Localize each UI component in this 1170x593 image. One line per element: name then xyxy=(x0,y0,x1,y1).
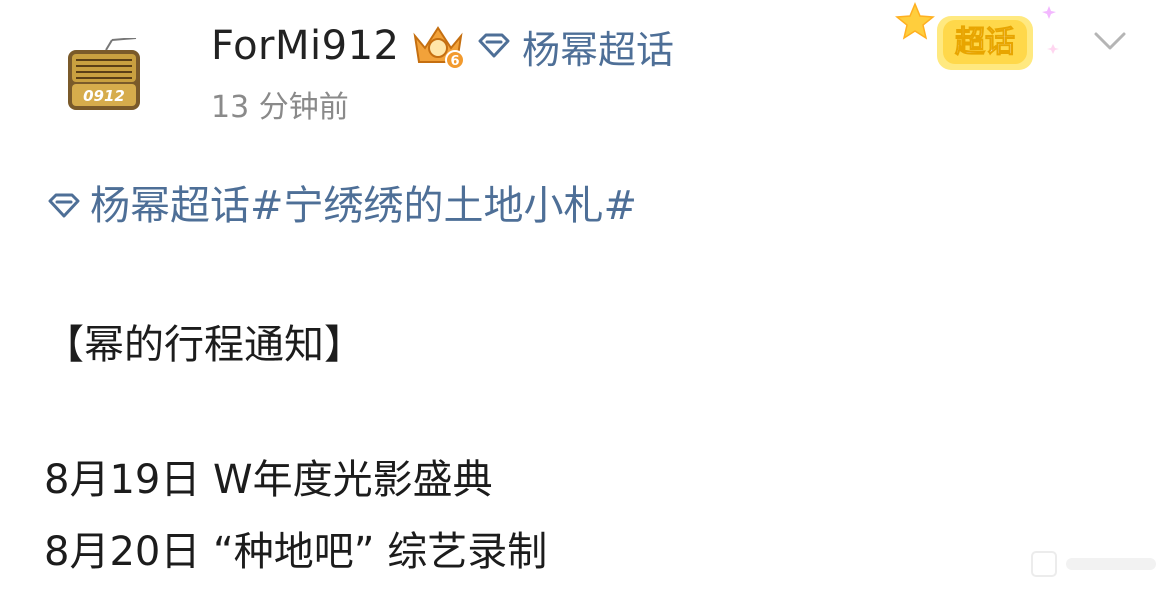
schedule-item: 8月20日 “种地吧” 综艺录制 xyxy=(44,529,548,575)
level-badge: 6 xyxy=(409,22,467,70)
super-topic-link[interactable]: 杨幂超话 xyxy=(476,22,674,72)
chevron-down-icon[interactable] xyxy=(1090,26,1130,56)
post-timestamp: 13 分钟前 xyxy=(211,90,349,125)
topic-tag-line[interactable]: 杨幂超话 #宁绣绣的土地小札# xyxy=(44,178,637,234)
user-avatar[interactable]: 0912 xyxy=(66,37,142,114)
crown-level-icon: 6 xyxy=(413,26,465,70)
tag-topic-name[interactable]: 杨幂超话 xyxy=(90,178,250,234)
hashtag[interactable]: #宁绣绣的土地小札# xyxy=(250,178,637,234)
chaohua-label: 超话 xyxy=(955,25,1015,60)
radio-avatar-icon: 0912 xyxy=(68,37,140,110)
level-number: 6 xyxy=(450,54,459,69)
chaohua-star-icon: 超话 xyxy=(895,2,1059,70)
diamond-topic-icon xyxy=(478,33,510,58)
avatar-label: 0912 xyxy=(83,87,125,105)
diamond-topic-icon xyxy=(48,193,80,218)
username[interactable]: ForMi912 xyxy=(211,22,399,70)
schedule-item: 8月19日 W年度光影盛典 xyxy=(44,457,493,503)
super-topic-name: 杨幂超话 xyxy=(522,27,675,72)
post-heading: 【幂的行程通知】 xyxy=(44,322,364,368)
chaohua-badge[interactable]: 超话 xyxy=(893,0,1073,80)
watermark xyxy=(1030,548,1160,580)
